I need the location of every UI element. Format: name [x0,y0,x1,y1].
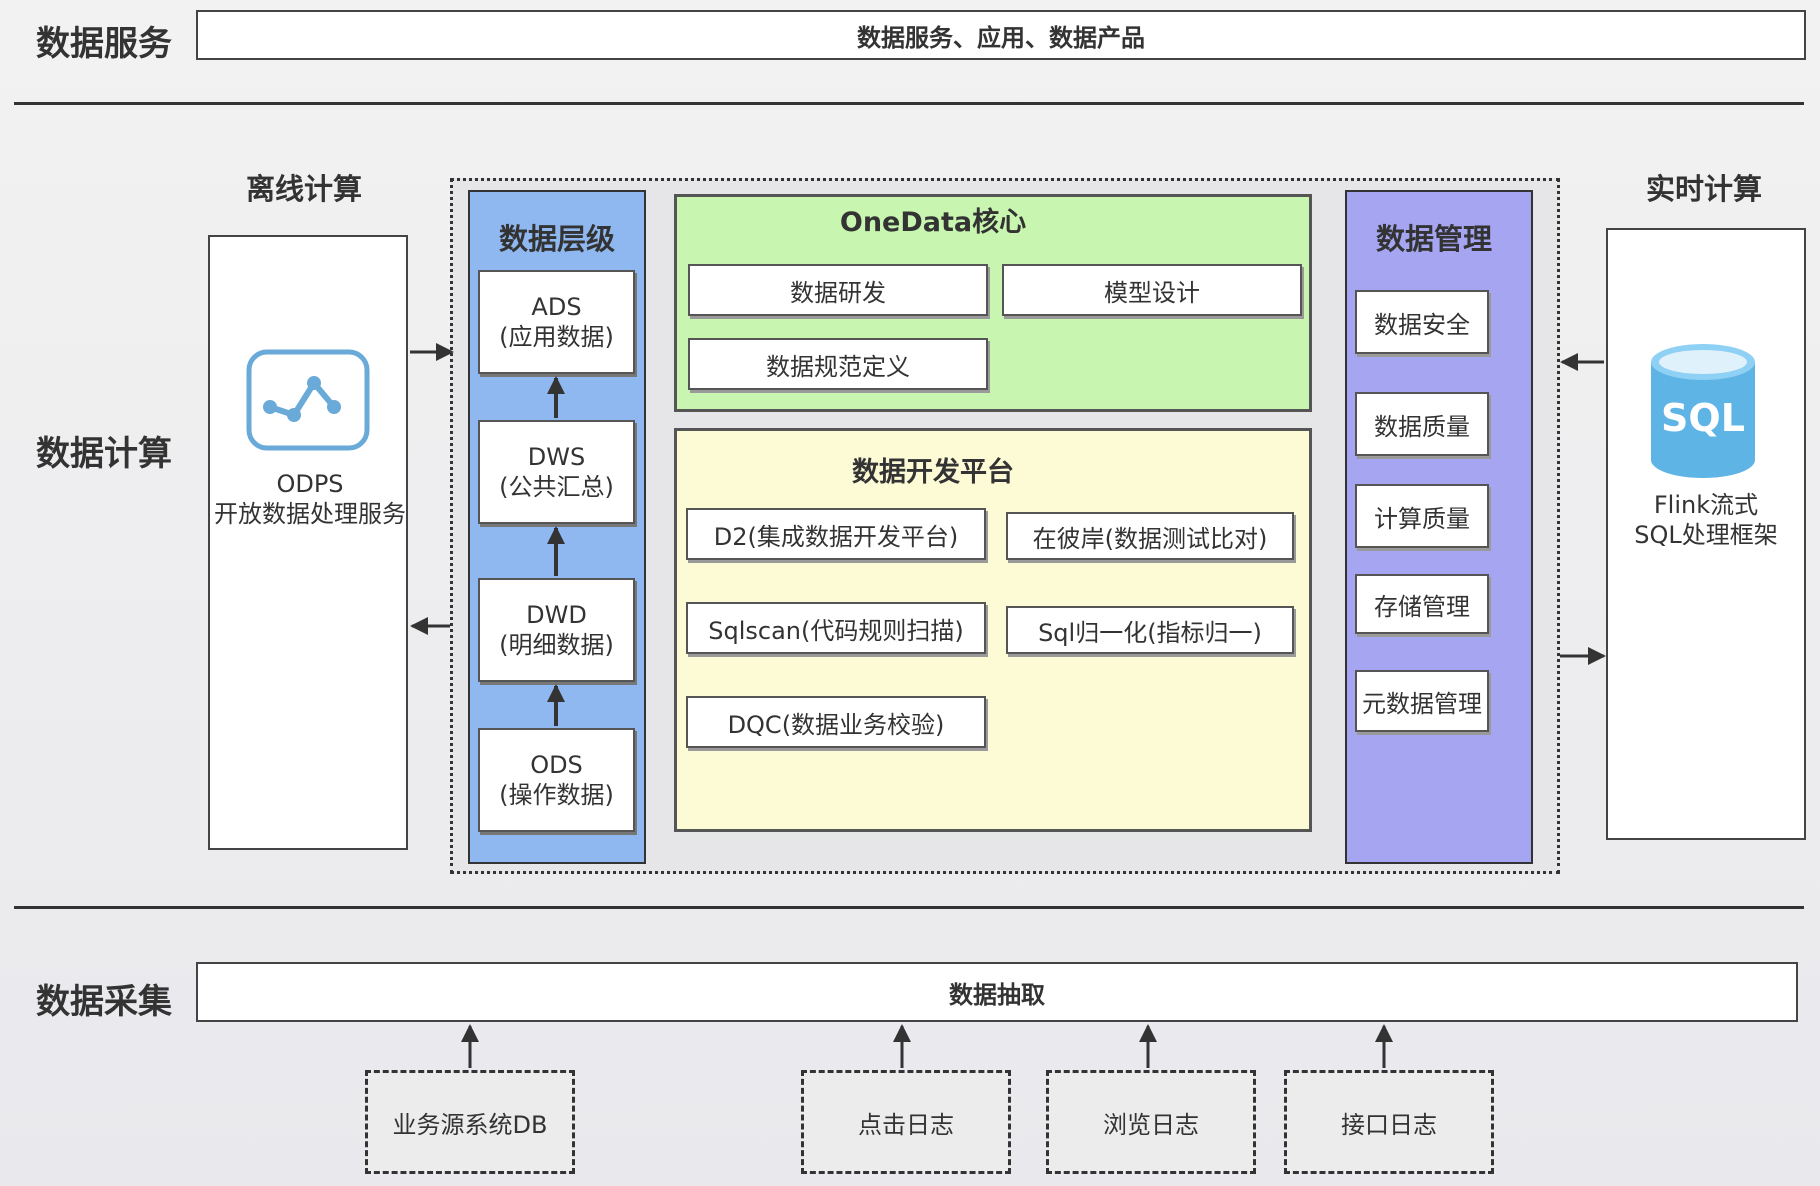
connector-arrows [410,343,1606,1068]
